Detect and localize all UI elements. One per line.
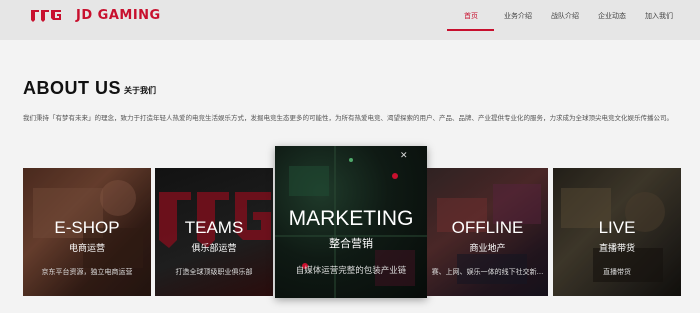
nav-item-teams[interactable]: 战队介绍 [551,12,579,21]
business-card-eshop[interactable]: E-SHOP 电商运营 京东平台资源，独立电商运营 [23,168,151,296]
card-subtitle: 商业地产 [469,244,506,254]
brand-name: JD GAMING [76,8,161,23]
nav-item-news[interactable]: 企业动态 [598,12,626,21]
card-description: 自媒体运营完整的包装产业链 [295,266,407,276]
card-subtitle: 俱乐部运营 [191,244,237,254]
business-card-teams[interactable]: TEAMS 俱乐部运营 打造全球顶级职业俱乐部 [155,168,273,296]
about-title: ABOUT US [23,78,121,98]
business-card-marketing[interactable]: ✕ MARKETING 整合营销 自媒体运营完整的包装产业链 [275,146,427,298]
close-icon: ✕ [400,151,408,161]
nav-item-business[interactable]: 业务介绍 [504,12,532,21]
card-subtitle: 电商运营 [68,244,105,254]
card-title: LIVE [598,218,636,237]
card-title: OFFLINE [451,218,524,237]
about-description: 我们秉持「有梦有未来」的理念，致力于打造年轻人热爱的电竞生活娱乐方式，发掘电竞生… [23,114,673,122]
card-title: E-SHOP [54,218,120,237]
active-nav-underline [447,29,494,31]
logo[interactable]: JD GAMING [30,8,161,24]
business-card-offline[interactable]: OFFLINE 商业地产 赛、上网、娱乐一体的线下社交新... [427,168,548,296]
card-title: MARKETING [288,207,414,230]
business-card-live[interactable]: LIVE 直播带货 直播带货 [553,168,681,296]
jdg-logo-icon [31,10,61,22]
card-description: 直播带货 [603,268,631,276]
card-description: 赛、上网、娱乐一体的线下社交新... [431,268,544,276]
card-subtitle: 直播带货 [598,244,635,254]
nav-item-join[interactable]: 加入我们 [645,12,673,21]
card-title: TEAMS [184,218,244,237]
about-subtitle: 关于我们 [124,86,156,95]
nav-item-home[interactable]: 首页 [464,12,478,21]
header: JD GAMING 首页 业务介绍 战队介绍 企业动态 加入我们 [0,0,700,40]
card-description: 京东平台资源，独立电商运营 [41,268,133,276]
card-description: 打造全球顶级职业俱乐部 [175,268,253,276]
card-subtitle: 整合营销 [329,237,373,250]
